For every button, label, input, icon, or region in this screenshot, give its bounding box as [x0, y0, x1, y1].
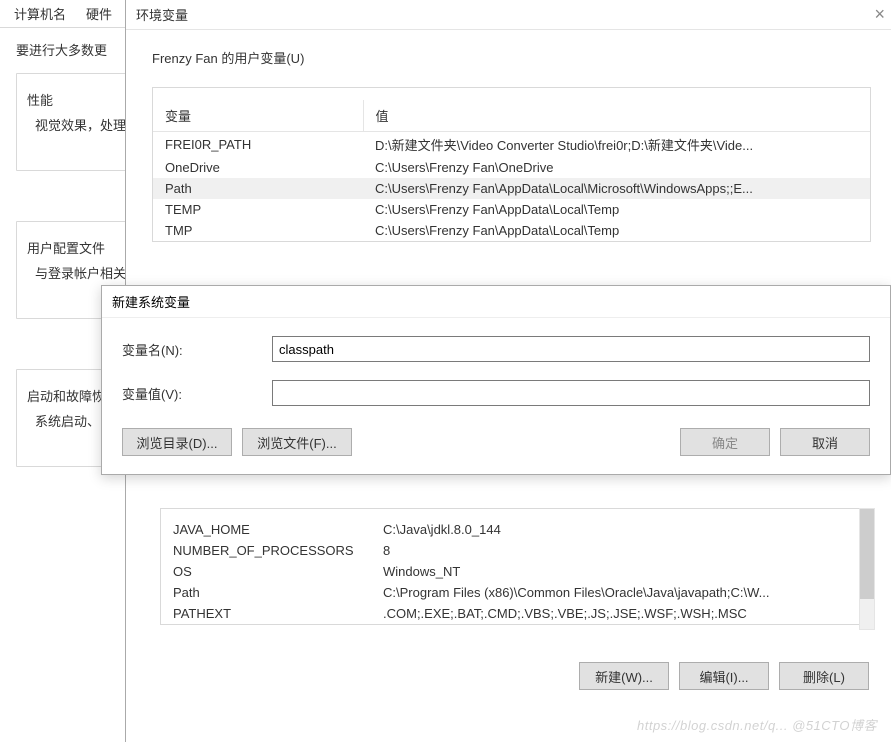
var-name-row: 变量名(N): [122, 336, 870, 362]
table-row[interactable]: OS Windows_NT [161, 561, 866, 582]
var-value: C:\Users\Frenzy Fan\AppData\Local\Micros… [363, 178, 870, 199]
var-name: TMP [153, 220, 363, 241]
var-value: Windows_NT [371, 561, 866, 582]
new-system-variable-dialog: 新建系统变量 变量名(N): 变量值(V): 浏览目录(D)... 浏览文件(F… [101, 285, 891, 475]
scrollbar-thumb[interactable] [860, 509, 874, 599]
table-row[interactable]: TMP C:\Users\Frenzy Fan\AppData\Local\Te… [153, 220, 870, 241]
intro-text: 要进行大多数更 [16, 40, 129, 59]
var-value: 8 [371, 540, 866, 561]
system-vars-buttons: 新建(W)... 编辑(I)... 删除(L) [126, 648, 891, 700]
var-value: C:\Program Files (x86)\Common Files\Orac… [371, 582, 866, 603]
system-vars-scrollbar[interactable] [859, 508, 875, 630]
var-value-label: 变量值(V): [122, 384, 272, 403]
env-dialog-title: 环境变量 [136, 5, 188, 24]
col-header-value[interactable]: 值 [363, 100, 870, 132]
table-row[interactable]: Path C:\Users\Frenzy Fan\AppData\Local\M… [153, 178, 870, 199]
table-row[interactable]: NUMBER_OF_PROCESSORS 8 [161, 540, 866, 561]
table-row[interactable]: Path C:\Program Files (x86)\Common Files… [161, 582, 866, 603]
var-value: C:\Users\Frenzy Fan\OneDrive [363, 157, 870, 178]
edit-system-var-button[interactable]: 编辑(I)... [679, 662, 769, 690]
var-name: OS [161, 561, 371, 582]
system-vars-box: JAVA_HOME C:\Java\jdkl.8.0_144 NUMBER_OF… [160, 508, 867, 625]
user-vars-legend: Frenzy Fan 的用户变量(U) [148, 51, 308, 66]
user-vars-header-row[interactable]: 变量 值 [153, 100, 870, 132]
system-properties-tabs: 计算机名 硬件 [0, 0, 129, 28]
table-row[interactable]: PATHEXT .COM;.EXE;.BAT;.CMD;.VBS;.VBE;.J… [161, 603, 866, 624]
var-value: C:\Users\Frenzy Fan\AppData\Local\Temp [363, 220, 870, 241]
var-value: C:\Users\Frenzy Fan\AppData\Local\Temp [363, 199, 870, 220]
new-var-dialog-title[interactable]: 新建系统变量 [102, 286, 890, 318]
var-name: PATHEXT [161, 603, 371, 624]
user-vars-table: 变量 值 FREI0R_PATH D:\新建文件夹\Video Converte… [153, 100, 870, 241]
browse-file-button[interactable]: 浏览文件(F)... [242, 428, 352, 456]
var-name: NUMBER_OF_PROCESSORS [161, 540, 371, 561]
env-dialog-body: Frenzy Fan 的用户变量(U) 变量 值 FREI0R_PATH D:\… [126, 30, 891, 252]
col-header-name[interactable]: 变量 [153, 100, 363, 132]
var-value-row: 变量值(V): [122, 380, 870, 406]
env-dialog-titlebar[interactable]: 环境变量 × [126, 0, 891, 30]
var-value: C:\Java\jdkl.8.0_144 [371, 519, 866, 540]
var-value-input[interactable] [272, 380, 870, 406]
var-value: D:\新建文件夹\Video Converter Studio\frei0r;D… [363, 132, 870, 158]
browse-directory-button[interactable]: 浏览目录(D)... [122, 428, 232, 456]
system-vars-table: JAVA_HOME C:\Java\jdkl.8.0_144 NUMBER_OF… [161, 519, 866, 624]
var-name-input[interactable] [272, 336, 870, 362]
table-row[interactable]: OneDrive C:\Users\Frenzy Fan\OneDrive [153, 157, 870, 178]
var-name: OneDrive [153, 157, 363, 178]
table-row[interactable]: TEMP C:\Users\Frenzy Fan\AppData\Local\T… [153, 199, 870, 220]
var-name: JAVA_HOME [161, 519, 371, 540]
ok-button[interactable]: 确定 [680, 428, 770, 456]
watermark-text: https://blog.csdn.net/q... @51CTO博客 [637, 715, 877, 734]
new-system-var-button[interactable]: 新建(W)... [579, 662, 669, 690]
var-value: .COM;.EXE;.BAT;.CMD;.VBS;.VBE;.JS;.JSE;.… [371, 603, 866, 624]
var-name: Path [153, 178, 363, 199]
tab-computer-name[interactable]: 计算机名 [4, 0, 76, 27]
table-row[interactable]: JAVA_HOME C:\Java\jdkl.8.0_144 [161, 519, 866, 540]
tab-hardware[interactable]: 硬件 [76, 0, 122, 27]
table-row[interactable]: FREI0R_PATH D:\新建文件夹\Video Converter Stu… [153, 132, 870, 158]
cancel-button[interactable]: 取消 [780, 428, 870, 456]
new-var-dialog-buttons: 浏览目录(D)... 浏览文件(F)... 确定 取消 [122, 424, 870, 460]
var-name: Path [161, 582, 371, 603]
close-icon[interactable]: × [874, 4, 885, 25]
user-vars-box: 变量 值 FREI0R_PATH D:\新建文件夹\Video Converte… [152, 87, 871, 242]
var-name: TEMP [153, 199, 363, 220]
delete-system-var-button[interactable]: 删除(L) [779, 662, 869, 690]
var-name: FREI0R_PATH [153, 132, 363, 158]
new-var-dialog-body: 变量名(N): 变量值(V): 浏览目录(D)... 浏览文件(F)... 确定… [102, 318, 890, 474]
var-name-label: 变量名(N): [122, 340, 272, 359]
